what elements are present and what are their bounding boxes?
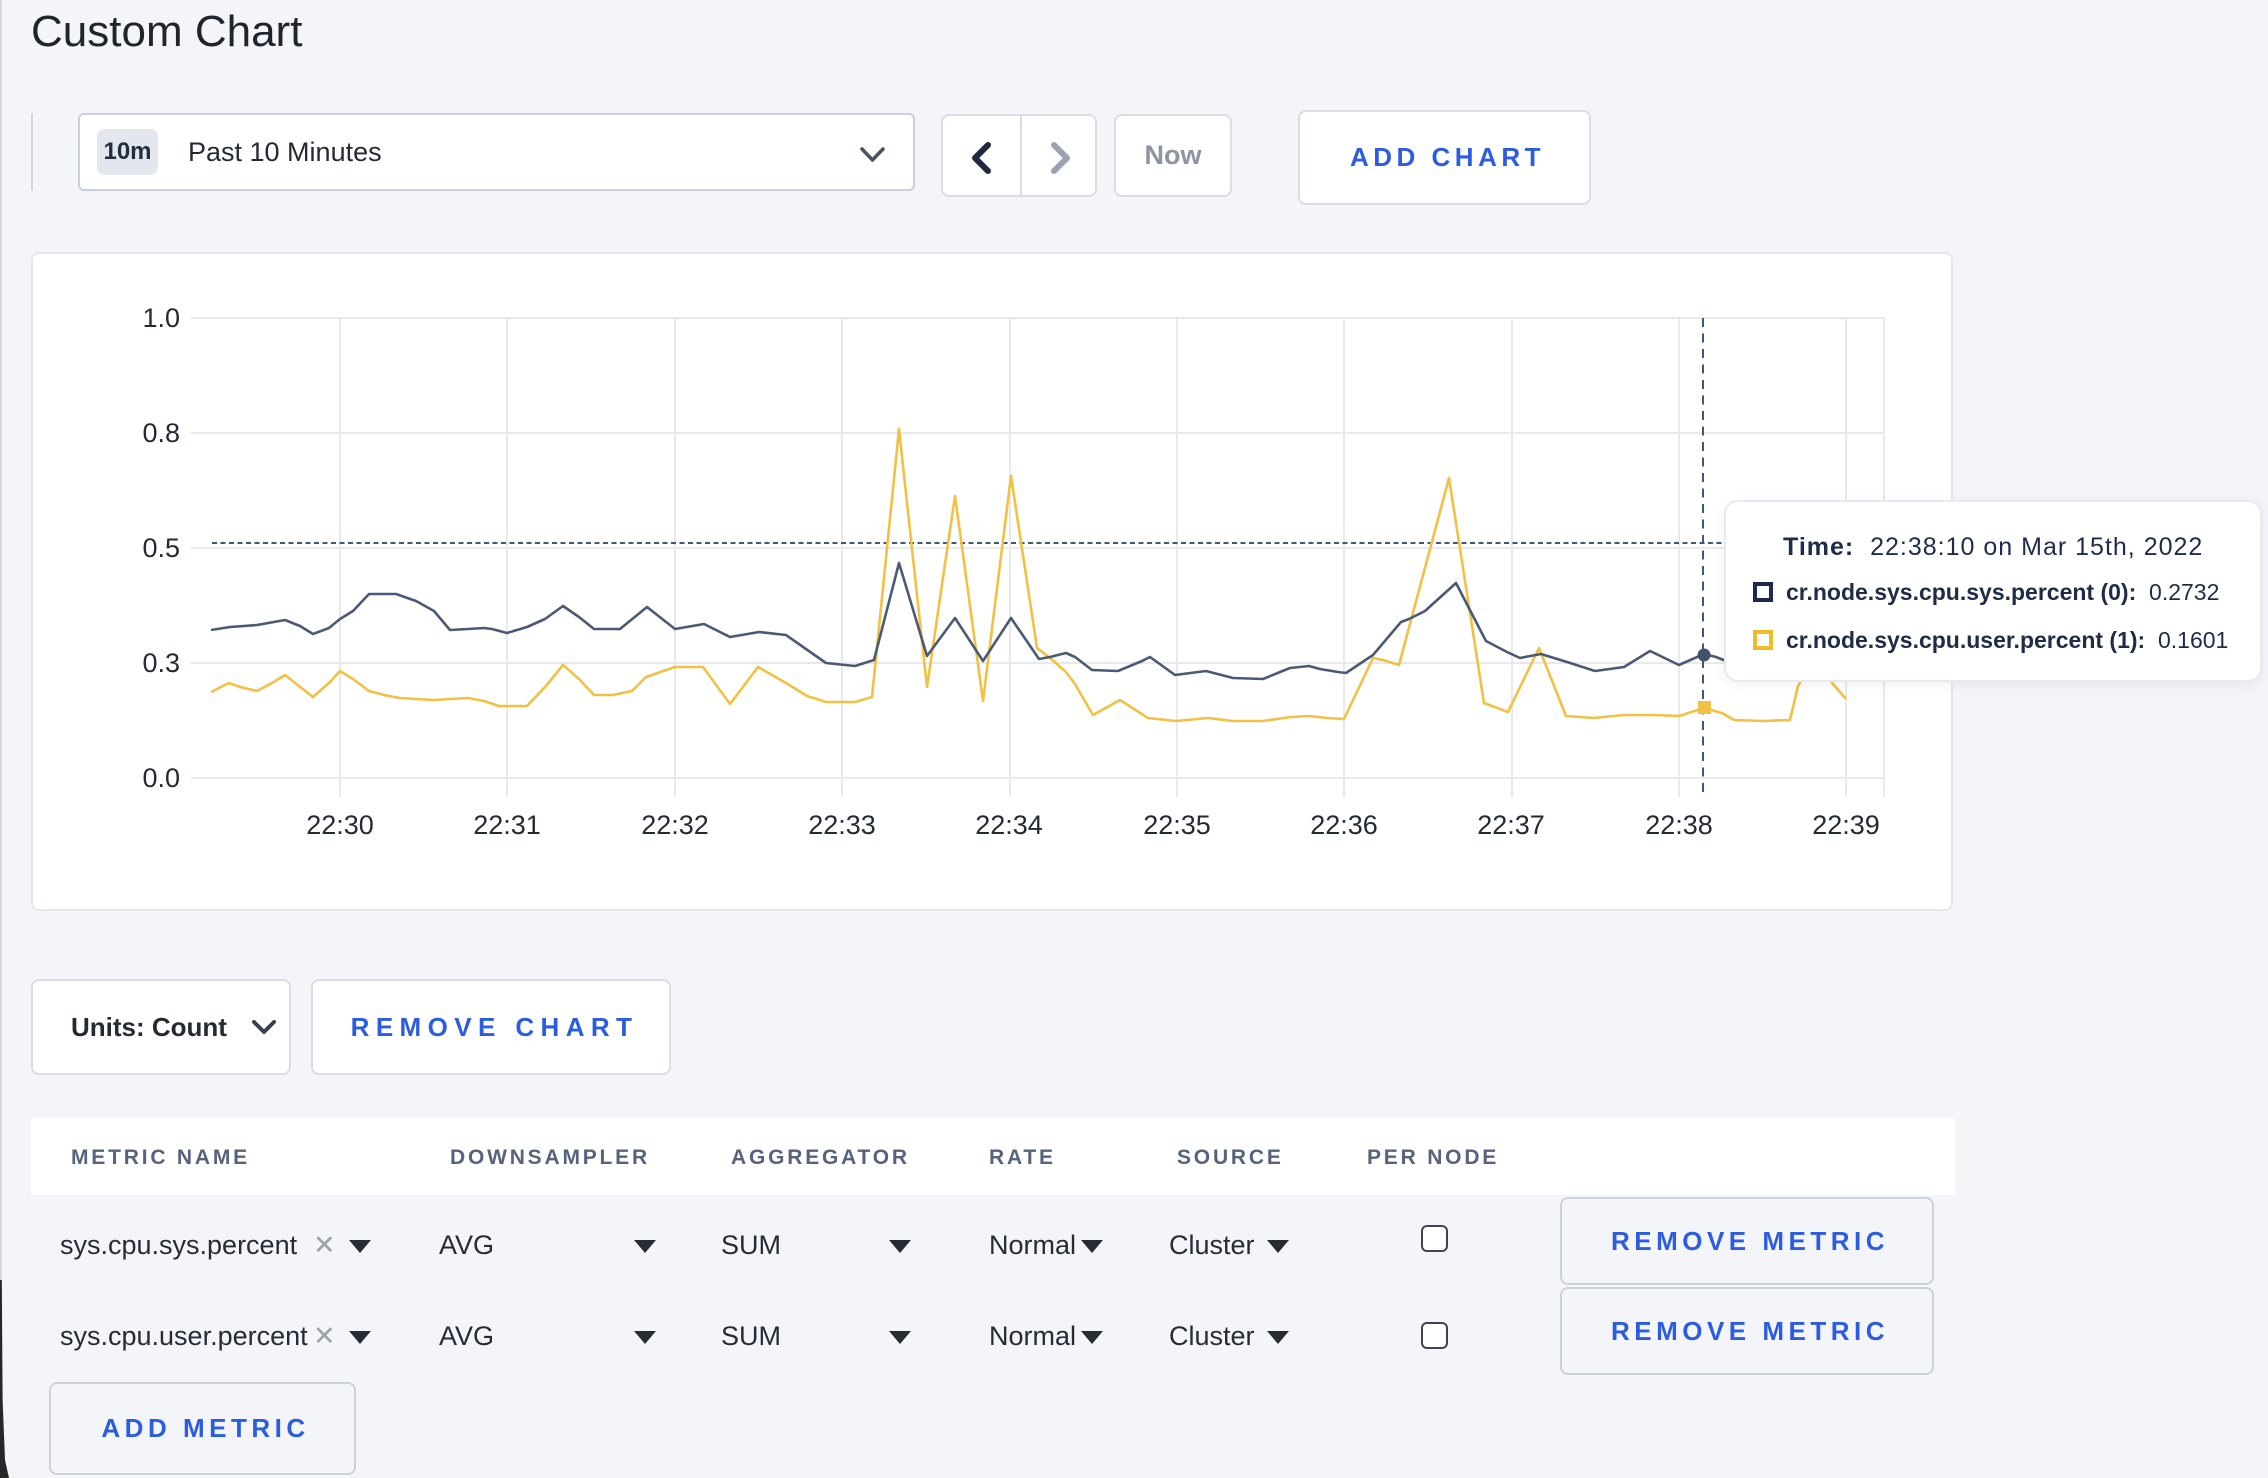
svg-text:22:36: 22:36 <box>1310 810 1378 840</box>
svg-text:0.0: 0.0 <box>142 763 180 793</box>
svg-text:22:33: 22:33 <box>808 810 876 840</box>
svg-text:22:30: 22:30 <box>306 810 374 840</box>
svg-text:22:37: 22:37 <box>1477 810 1545 840</box>
svg-text:22:32: 22:32 <box>641 810 709 840</box>
svg-text:22:38: 22:38 <box>1645 810 1713 840</box>
svg-text:22:31: 22:31 <box>473 810 541 840</box>
svg-text:0.3: 0.3 <box>142 648 180 678</box>
svg-text:1.0: 1.0 <box>142 303 180 333</box>
svg-text:22:34: 22:34 <box>975 810 1043 840</box>
svg-text:0.8: 0.8 <box>142 418 180 448</box>
svg-text:22:39: 22:39 <box>1812 810 1880 840</box>
svg-text:22:35: 22:35 <box>1143 810 1211 840</box>
svg-text:0.5: 0.5 <box>142 533 180 563</box>
